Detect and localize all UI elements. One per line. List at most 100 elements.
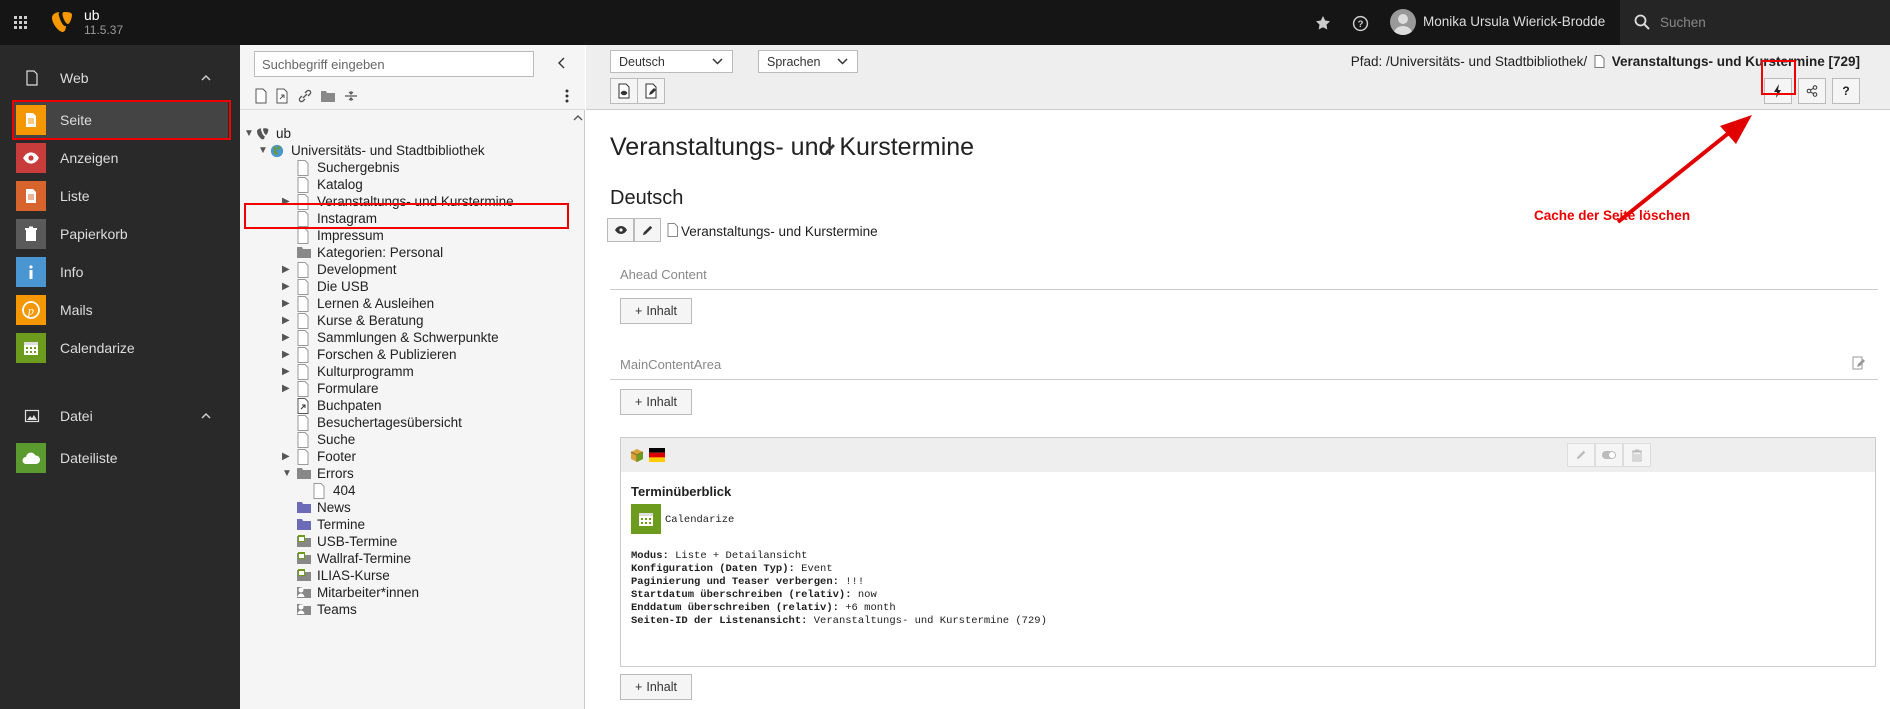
tree-node-label: Wallraf-Termine [317,551,412,566]
user-avatar-icon[interactable] [1390,9,1416,35]
tree-node-label: Mitarbeiter*innen [317,585,420,600]
help-icon[interactable]: ? [1349,12,1371,34]
tree-toolbar [240,45,585,110]
module-item-label: Info [60,264,84,280]
tree-search-input[interactable] [254,51,534,77]
setting-row: Modus: Liste + Detailansicht [631,550,807,562]
spacer-icon[interactable] [342,87,360,105]
app-grid-icon[interactable] [0,0,41,45]
edit-page-icon [645,83,657,99]
module-item-dateiliste[interactable]: Dateiliste [14,439,228,477]
page-link[interactable]: Veranstaltungs- und Kurstermine [681,224,878,239]
setting-value: !!! [845,576,865,588]
expanded-caret-icon[interactable]: ▼ [282,468,292,480]
collapsed-caret-icon[interactable]: ▶ [282,366,292,378]
view-page-icon [618,83,630,99]
view-page-button[interactable] [610,78,638,104]
help-button[interactable]: ? [1832,78,1860,104]
calendar-folder-icon [296,568,311,584]
calendar-folder-icon [296,534,311,550]
collapsed-caret-icon[interactable]: ▶ [282,264,292,276]
add-content-button[interactable]: + Inhalt [620,674,692,700]
languages-select[interactable]: Sprachen [758,50,858,73]
tree-node-label: Impressum [317,228,384,243]
edit-button[interactable] [634,218,661,242]
toggle-icon [1602,451,1616,459]
collapsed-caret-icon[interactable]: ▶ [282,349,292,361]
new-folder-icon[interactable] [319,87,337,105]
tree-node-label: Buchpaten [317,398,382,413]
new-page-icon[interactable] [252,87,270,105]
new-shortcut-page-icon[interactable] [273,87,291,105]
tree-node-label: Termine [317,517,366,532]
more-options-icon[interactable] [558,87,576,105]
setting-value: +6 month [845,602,896,614]
toolbar-search-input[interactable] [1660,12,1880,32]
module-group-datei[interactable]: Datei [0,398,240,434]
tree-node-label: Forschen & Publizieren [317,347,457,362]
module-item-calendarize[interactable]: Calendarize [14,329,228,367]
collapsed-caret-icon[interactable]: ▶ [282,298,292,310]
collapsed-caret-icon[interactable]: ▶ [282,315,292,327]
scroll-up-icon[interactable] [573,112,583,126]
add-content-button[interactable]: + Inhalt [620,298,692,324]
module-menu: Web Seite Anzeigen Liste Papierkorb Info… [0,45,240,709]
language-select[interactable]: Deutsch [610,50,733,73]
page-icon [296,228,310,244]
breadcrumb-prefix: Pfad: /Universitäts- und Stadtbibliothek… [1350,54,1588,69]
page-icon [296,330,310,346]
typo3-logo-icon[interactable] [49,10,73,34]
tree-node-label: Errors [317,466,354,481]
share-button[interactable] [1798,78,1826,104]
module-group-label: Web [60,70,89,86]
pencil-icon[interactable] [823,142,837,156]
plugin-label: Calendarize [665,514,735,526]
collapsed-caret-icon[interactable]: ▶ [282,451,292,463]
calendar-icon [631,504,661,534]
chevron-down-icon [837,58,848,65]
module-item-label: Mails [60,302,93,318]
german-flag-icon [649,448,665,462]
tree-node-label: Kurse & Beratung [317,313,424,328]
page-icon [296,160,310,176]
new-link-icon[interactable] [296,87,314,105]
expanded-caret-icon[interactable]: ▼ [258,145,268,157]
add-content-label: Inhalt [646,395,677,409]
delete-element-button[interactable] [1623,443,1651,467]
module-item-info[interactable]: Info [14,253,228,291]
edit-page-properties-button[interactable] [637,78,665,104]
user-name[interactable]: Monika Ursula Wierick-Brodde [1423,14,1605,29]
module-item-papierkorb[interactable]: Papierkorb [14,215,228,253]
highlight-seite-module [12,100,231,140]
edit-column-icon[interactable] [1852,356,1866,370]
plus-icon: + [635,680,643,694]
module-group-web[interactable]: Web [0,60,240,96]
tree-node-label: USB-Termine [317,534,398,549]
module-item-anzeigen[interactable]: Anzeigen [14,139,228,177]
list-icon [16,181,46,211]
content-element[interactable]: Terminüberblick Calendarize Modus: Liste… [620,437,1876,667]
add-content-button[interactable]: + Inhalt [620,389,692,415]
tree-node-label: Suchergebnis [317,160,400,175]
expanded-caret-icon[interactable]: ▼ [244,128,254,140]
collapsed-caret-icon[interactable]: ▶ [282,281,292,293]
page-icon [296,296,310,312]
collapsed-caret-icon[interactable]: ▶ [282,332,292,344]
setting-value: Veranstaltungs- und Kurstermine (729) [813,615,1047,627]
eye-icon [16,143,46,173]
setting-value: now [857,589,877,601]
toggle-visibility-button[interactable] [1595,443,1623,467]
edit-element-button[interactable] [1567,443,1595,467]
star-icon[interactable] [1312,12,1334,34]
module-item-liste[interactable]: Liste [14,177,228,215]
collapse-tree-icon[interactable] [554,55,570,71]
view-button[interactable] [607,218,634,242]
collapsed-caret-icon[interactable]: ▶ [282,383,292,395]
setting-key: Paginierung und Teaser verbergen: [631,576,839,588]
plugin-box-icon [630,449,644,462]
module-item-mails[interactable]: p Mails [14,291,228,329]
news-folder-icon [296,517,311,533]
pencil-icon [1576,450,1586,460]
mails-icon: p [16,295,46,325]
tree-node-label: Besuchertagesübersicht [317,415,462,430]
